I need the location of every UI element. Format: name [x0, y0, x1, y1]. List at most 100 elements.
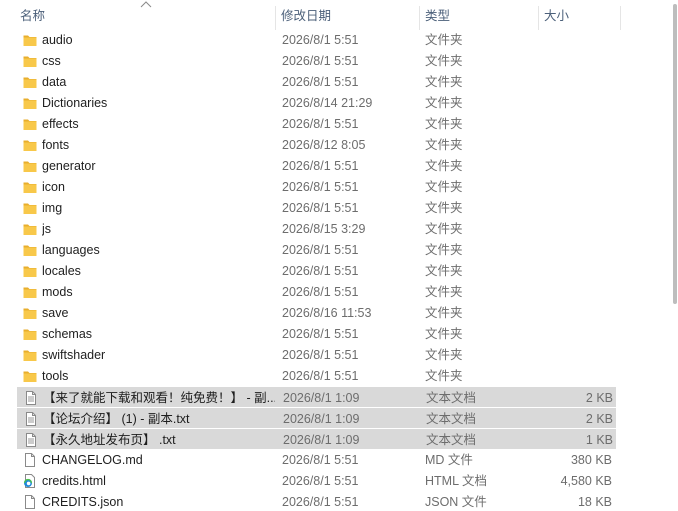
file-type: HTML 文档 — [425, 474, 488, 488]
folder-row[interactable]: save 2026/8/16 11:53 文件夹 — [17, 303, 616, 323]
folder-icon — [22, 242, 38, 258]
file-modified-date: 2026/8/1 5:51 — [282, 474, 359, 488]
file-name: schemas — [42, 327, 93, 341]
file-modified-date: 2026/8/1 5:51 — [282, 495, 359, 509]
file-name: audio — [42, 33, 73, 47]
file-name: js — [42, 222, 52, 236]
file-size — [540, 282, 612, 302]
file-modified-date: 2026/8/1 5:51 — [282, 33, 359, 47]
file-name: swiftshader — [42, 348, 106, 362]
file-row[interactable]: CHANGELOG.md 2026/8/1 5:51 MD 文件 380 KB — [17, 450, 616, 470]
folder-icon — [22, 368, 38, 384]
file-type: 文件夹 — [425, 96, 463, 110]
file-name: generator — [42, 159, 96, 173]
folder-row[interactable]: fonts 2026/8/12 8:05 文件夹 — [17, 135, 616, 155]
folder-row[interactable]: schemas 2026/8/1 5:51 文件夹 — [17, 324, 616, 344]
file-type: 文本文档 — [426, 391, 477, 405]
folder-row[interactable]: tools 2026/8/1 5:51 文件夹 — [17, 366, 616, 386]
folder-row[interactable]: locales 2026/8/1 5:51 文件夹 — [17, 261, 616, 281]
file-modified-date: 2026/8/16 11:53 — [282, 306, 372, 320]
generic-file-icon — [22, 452, 38, 468]
file-modified-date: 2026/8/1 5:51 — [282, 180, 359, 194]
file-row[interactable]: 【永久地址发布页】 .txt 2026/8/1 1:09 文本文档 1 KB — [17, 429, 616, 449]
file-row[interactable]: CREDITS.json 2026/8/1 5:51 JSON 文件 18 KB — [17, 492, 616, 511]
folder-icon — [22, 347, 38, 363]
file-size: 2 KB — [585, 391, 613, 405]
generic-file-icon — [22, 494, 38, 510]
file-size — [540, 303, 612, 323]
scrollbar-thumb[interactable] — [673, 4, 677, 304]
folder-icon — [22, 95, 38, 111]
file-type: 文件夹 — [425, 264, 463, 278]
column-header-type[interactable]: 类型 — [419, 0, 538, 30]
file-name: effects — [42, 117, 79, 131]
folder-icon — [22, 305, 38, 321]
file-modified-date: 2026/8/1 5:51 — [282, 75, 359, 89]
folder-icon — [22, 263, 38, 279]
column-header-bar: 名称 修改日期 类型 大小 — [0, 0, 678, 30]
file-size — [540, 93, 612, 113]
file-name: CHANGELOG.md — [42, 453, 143, 467]
file-size — [540, 261, 612, 281]
file-size — [540, 177, 612, 197]
file-type: 文件夹 — [425, 117, 463, 131]
file-type: 文本文档 — [426, 433, 477, 447]
file-modified-date: 2026/8/1 5:51 — [282, 264, 359, 278]
file-row[interactable]: credits.html 2026/8/1 5:51 HTML 文档 4,580 KB — [17, 471, 616, 491]
folder-row[interactable]: audio 2026/8/1 5:51 文件夹 — [17, 30, 616, 50]
folder-row[interactable]: Dictionaries 2026/8/14 21:29 文件夹 — [17, 93, 616, 113]
folder-icon — [22, 200, 38, 216]
file-size — [540, 114, 612, 134]
folder-row[interactable]: generator 2026/8/1 5:51 文件夹 — [17, 156, 616, 176]
file-type: 文件夹 — [425, 222, 463, 236]
file-modified-date: 2026/8/1 5:51 — [282, 243, 359, 257]
file-modified-date: 2026/8/1 5:51 — [282, 327, 359, 341]
text-file-icon — [23, 411, 39, 427]
folder-row[interactable]: effects 2026/8/1 5:51 文件夹 — [17, 114, 616, 134]
file-size: 380 KB — [570, 453, 612, 467]
folder-row[interactable]: swiftshader 2026/8/1 5:51 文件夹 — [17, 345, 616, 365]
folder-icon — [22, 53, 38, 69]
file-type: 文件夹 — [425, 159, 463, 173]
folder-icon — [22, 326, 38, 342]
file-type: 文件夹 — [425, 327, 463, 341]
folder-icon — [22, 74, 38, 90]
folder-row[interactable]: mods 2026/8/1 5:51 文件夹 — [17, 282, 616, 302]
file-modified-date: 2026/8/1 1:09 — [283, 433, 360, 447]
file-name: css — [42, 54, 61, 68]
folder-icon — [22, 158, 38, 174]
file-name: tools — [42, 369, 69, 383]
folder-row[interactable]: icon 2026/8/1 5:51 文件夹 — [17, 177, 616, 197]
file-type: JSON 文件 — [425, 495, 487, 509]
edge-browser-icon — [22, 473, 38, 489]
file-type: 文件夹 — [425, 75, 463, 89]
vertical-scrollbar[interactable] — [670, 0, 678, 511]
file-name: languages — [42, 243, 100, 257]
folder-row[interactable]: img 2026/8/1 5:51 文件夹 — [17, 198, 616, 218]
file-size — [540, 366, 612, 386]
file-type: 文本文档 — [426, 412, 477, 426]
file-type: 文件夹 — [425, 54, 463, 68]
column-header-size[interactable]: 大小 — [538, 0, 620, 30]
file-name: locales — [42, 264, 81, 278]
column-header-date[interactable]: 修改日期 — [275, 0, 419, 30]
file-modified-date: 2026/8/1 1:09 — [283, 412, 360, 426]
column-header-name[interactable]: 名称 — [14, 0, 275, 30]
file-name: 【来了就能下载和观看！纯免费！】 - 副... — [43, 391, 275, 405]
file-modified-date: 2026/8/1 5:51 — [282, 369, 359, 383]
folder-row[interactable]: js 2026/8/15 3:29 文件夹 — [17, 219, 616, 239]
folder-row[interactable]: css 2026/8/1 5:51 文件夹 — [17, 51, 616, 71]
file-size — [540, 156, 612, 176]
folder-row[interactable]: languages 2026/8/1 5:51 文件夹 — [17, 240, 616, 260]
file-size: 18 KB — [577, 495, 612, 509]
file-name: CREDITS.json — [42, 495, 124, 509]
file-row[interactable]: 【论坛介绍】 (1) - 副本.txt 2026/8/1 1:09 文本文档 2 KB — [17, 408, 616, 428]
file-size — [540, 240, 612, 260]
folder-icon — [22, 284, 38, 300]
column-divider[interactable] — [620, 6, 621, 30]
file-modified-date: 2026/8/1 5:51 — [282, 54, 359, 68]
file-row[interactable]: 【来了就能下载和观看！纯免费！】 - 副... 2026/8/1 1:09 文本文档… — [17, 387, 616, 407]
file-name: save — [42, 306, 69, 320]
folder-row[interactable]: data 2026/8/1 5:51 文件夹 — [17, 72, 616, 92]
file-modified-date: 2026/8/1 5:51 — [282, 285, 359, 299]
